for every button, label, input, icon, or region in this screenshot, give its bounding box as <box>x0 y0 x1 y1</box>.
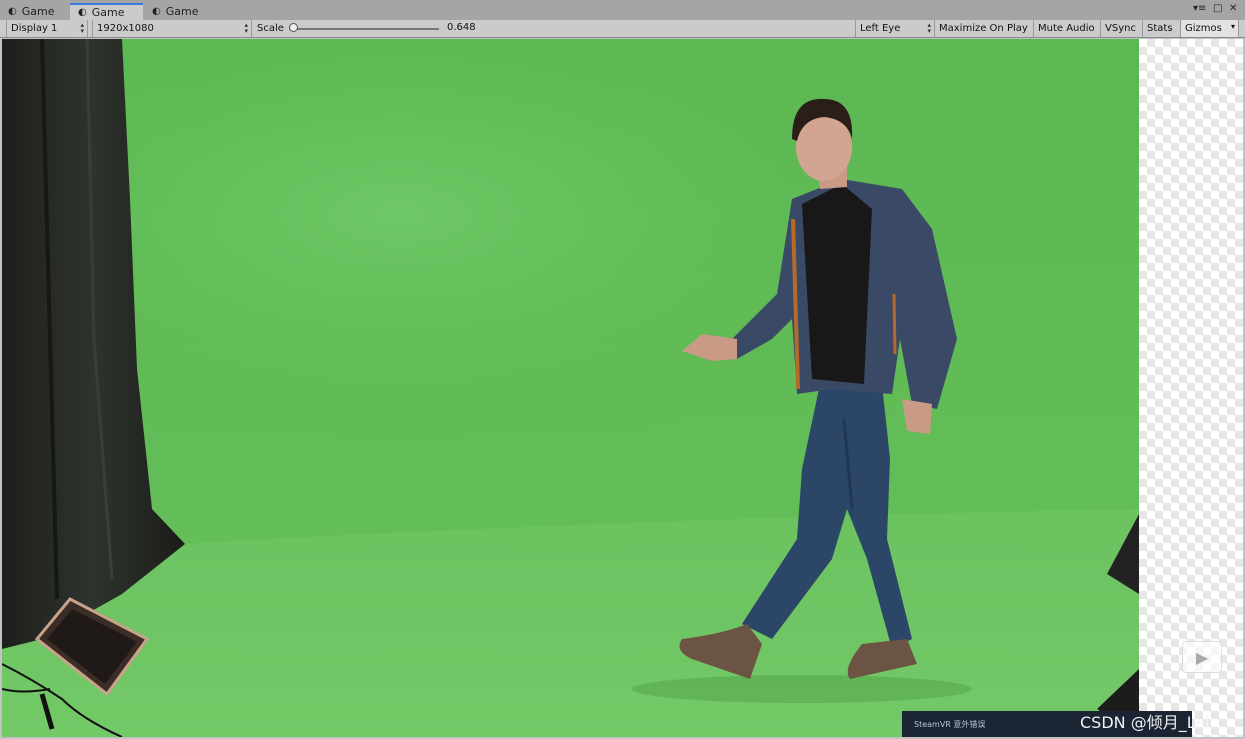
resolution-select[interactable]: 1920x1080 ▴ ▾ <box>92 20 252 37</box>
scale-label: Scale <box>257 23 284 34</box>
stats-label: Stats <box>1147 23 1173 34</box>
unity-game-icon: ◐ <box>8 6 17 17</box>
vsync-label: VSync <box>1105 23 1136 34</box>
tab-game-1[interactable]: ◐ Game <box>0 3 62 20</box>
tab-bar: ◐ Game ◐ Game ◐ Game ▾≡ □ ✕ <box>0 0 1245 20</box>
unity-game-icon: ◐ <box>152 6 161 17</box>
mute-audio-label: Mute Audio <box>1038 23 1095 34</box>
game-toolbar: Display 1 ▴ ▾ 1920x1080 ▴ ▾ Scale 0.648 Le… <box>0 20 1245 38</box>
mute-audio-toggle[interactable]: Mute Audio <box>1034 20 1101 37</box>
menu-icon[interactable]: ▾≡ <box>1193 3 1206 14</box>
eye-select[interactable]: Left Eye ▴ ▾ <box>855 20 935 37</box>
maximize-on-play-toggle[interactable]: Maximize On Play <box>935 20 1034 37</box>
tab-label: Game <box>91 6 125 19</box>
stats-toggle[interactable]: Stats <box>1143 20 1181 37</box>
eye-select-label: Left Eye <box>860 23 901 34</box>
close-icon[interactable]: ✕ <box>1229 3 1237 14</box>
resolution-select-label: 1920x1080 <box>97 23 154 34</box>
steamvr-error-text: SteamVR 意外错误 <box>914 719 986 729</box>
scale-value: 0.648 <box>447 22 476 33</box>
scale-slider-track[interactable] <box>289 28 439 30</box>
scale-slider-thumb[interactable] <box>289 23 298 32</box>
tab-label: Game <box>21 5 55 18</box>
gizmos-label: Gizmos <box>1185 23 1222 34</box>
unity-game-icon: ◐ <box>78 7 87 18</box>
updown-icon: ▴ ▾ <box>80 21 84 35</box>
play-icon[interactable]: ▶ <box>1182 641 1222 673</box>
game-viewport[interactable]: ▶ SteamVR 意外错误 CSDN @倾月_Lei <box>2 39 1243 737</box>
maximize-icon[interactable]: □ <box>1213 3 1222 14</box>
display-select[interactable]: Display 1 ▴ ▾ <box>6 20 88 37</box>
tab-label: Game <box>165 5 199 18</box>
vsync-toggle[interactable]: VSync <box>1101 20 1143 37</box>
updown-icon: ▴ ▾ <box>244 21 248 35</box>
maximize-on-play-label: Maximize On Play <box>939 23 1028 34</box>
display-select-label: Display 1 <box>11 23 58 34</box>
watermark-text: CSDN @倾月_Lei <box>1080 713 1210 732</box>
transparent-region <box>1139 39 1243 737</box>
scale-control: Scale 0.648 <box>253 20 479 37</box>
gizmos-toggle[interactable]: Gizmos ▾ <box>1181 20 1239 37</box>
tab-game-3[interactable]: ◐ Game <box>144 3 206 20</box>
tab-game-2[interactable]: ◐ Game <box>70 3 143 20</box>
green-screen-scene <box>2 39 1139 737</box>
updown-icon: ▴ ▾ <box>927 21 931 35</box>
chevron-down-icon[interactable]: ▾ <box>1231 22 1235 31</box>
